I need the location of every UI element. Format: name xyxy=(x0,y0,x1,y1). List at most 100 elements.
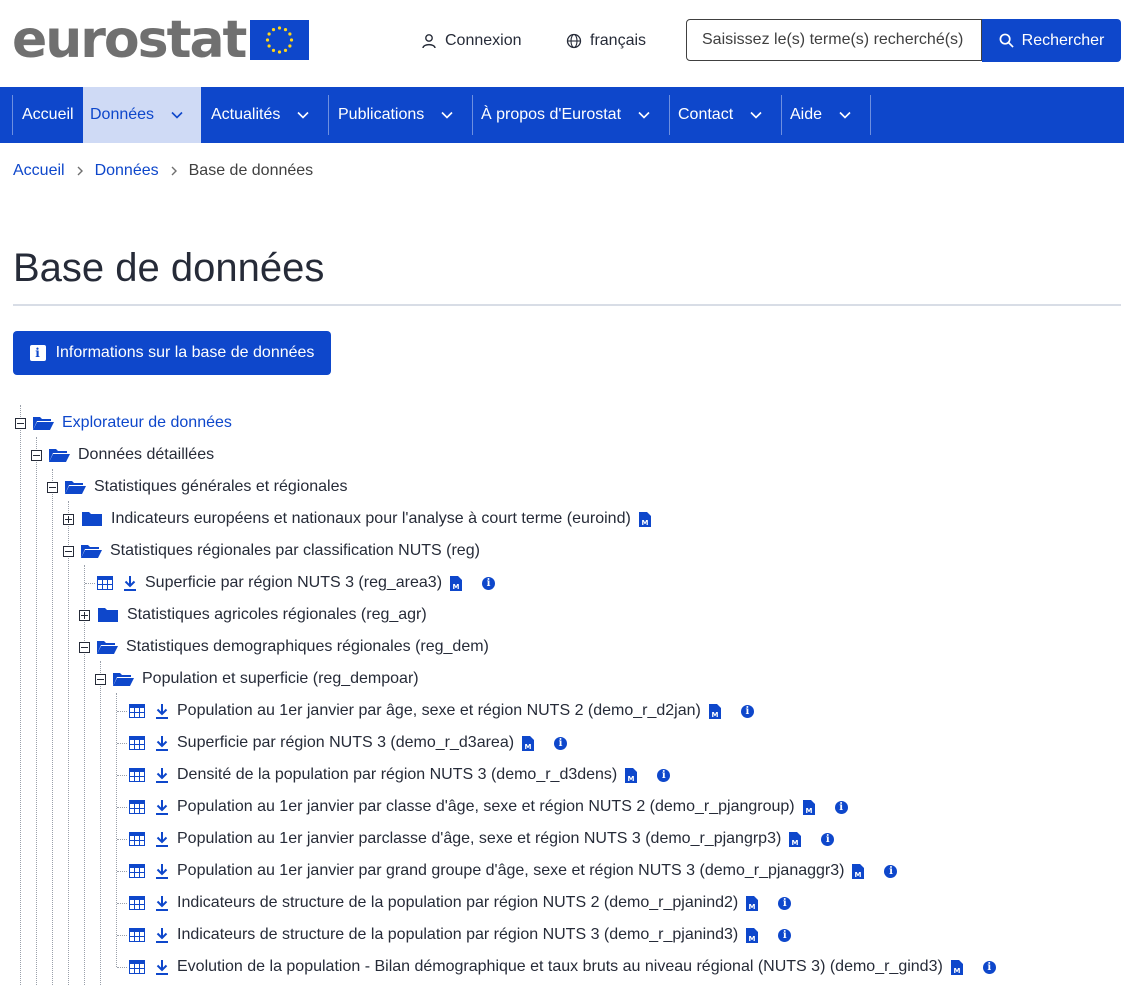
tree-node-detailed[interactable]: Données détaillées xyxy=(48,443,214,467)
nav-item-actualites[interactable]: Actualités xyxy=(202,87,328,143)
eu-flag-star xyxy=(271,48,276,52)
metadata-icon[interactable]: M xyxy=(625,767,638,783)
dataset-row[interactable]: Indicateurs de structure de la populatio… xyxy=(129,891,792,915)
metadata-icon[interactable]: M xyxy=(450,575,463,591)
search-input[interactable]: Saisissez le(s) terme(s) recherché(s) xyxy=(686,19,982,61)
tree-node-reg[interactable]: Statistiques régionales par classificati… xyxy=(80,539,480,563)
nav-item-accueil[interactable]: Accueil xyxy=(13,87,82,143)
download-icon[interactable] xyxy=(155,895,169,911)
dataset-row[interactable]: Population au 1er janvier parclasse d'âg… xyxy=(129,827,835,851)
tree-node-reg-area3[interactable]: Superficie par région NUTS 3 (reg_area3)… xyxy=(97,571,496,595)
nav-item-a-propos[interactable]: À propos d'Eurostat xyxy=(473,87,669,143)
metadata-icon[interactable]: M xyxy=(746,895,759,911)
download-icon[interactable] xyxy=(155,927,169,943)
table-icon[interactable] xyxy=(129,960,145,974)
dataset-row[interactable]: Population au 1er janvier par classe d'â… xyxy=(129,795,848,819)
table-icon[interactable] xyxy=(129,864,145,878)
download-icon[interactable] xyxy=(155,863,169,879)
login-link[interactable]: Connexion xyxy=(421,32,522,50)
download-icon[interactable] xyxy=(155,767,169,783)
expand-toggle[interactable] xyxy=(79,610,90,621)
metadata-icon[interactable]: M xyxy=(708,703,721,719)
download-icon[interactable] xyxy=(155,735,169,751)
breadcrumb-link-donnees[interactable]: Données xyxy=(95,162,159,180)
info-icon[interactable]: i xyxy=(778,928,792,942)
download-icon[interactable] xyxy=(155,703,169,719)
search-button[interactable]: Rechercher xyxy=(982,19,1121,62)
chevron-down-icon xyxy=(297,111,309,119)
table-icon[interactable] xyxy=(97,576,113,590)
tree-node-reg-agr[interactable]: Statistiques agricoles régionales (reg_a… xyxy=(97,603,427,627)
metadata-icon[interactable]: M xyxy=(746,927,759,943)
svg-text:M: M xyxy=(953,967,960,975)
metadata-icon[interactable]: M xyxy=(522,735,535,751)
nav-item-aide[interactable]: Aide xyxy=(782,87,870,143)
info-icon[interactable]: i xyxy=(821,832,835,846)
eu-flag-icon[interactable] xyxy=(250,20,309,60)
info-icon[interactable]: i xyxy=(482,576,496,590)
expand-toggle[interactable] xyxy=(63,514,74,525)
tree-node-general[interactable]: Statistiques générales et régionales xyxy=(64,475,348,499)
table-icon[interactable] xyxy=(129,704,145,718)
collapse-toggle[interactable] xyxy=(47,482,58,493)
database-info-button[interactable]: i Informations sur la base de données xyxy=(13,331,331,375)
svg-text:M: M xyxy=(749,935,756,943)
dataset-row[interactable]: Superficie par région NUTS 3 (demo_r_d3a… xyxy=(129,731,568,755)
table-icon[interactable] xyxy=(129,928,145,942)
table-icon[interactable] xyxy=(129,800,145,814)
dataset-row[interactable]: Densité de la population par région NUTS… xyxy=(129,763,671,787)
language-selector[interactable]: français xyxy=(566,32,646,50)
eu-flag-star xyxy=(277,26,282,30)
table-icon[interactable] xyxy=(129,768,145,782)
svg-text:M: M xyxy=(711,711,718,719)
tree-node-euroind[interactable]: Indicateurs européens et nationaux pour … xyxy=(81,507,651,531)
download-icon[interactable] xyxy=(155,831,169,847)
metadata-icon[interactable]: M xyxy=(789,831,802,847)
metadata-icon[interactable]: M xyxy=(802,799,815,815)
tree-node-reg-dem[interactable]: Statistiques demographiques régionales (… xyxy=(96,635,489,659)
info-icon[interactable]: i xyxy=(884,864,898,878)
info-icon[interactable]: i xyxy=(657,768,671,782)
download-icon[interactable] xyxy=(155,799,169,815)
collapse-toggle[interactable] xyxy=(79,642,90,653)
tree-guide-line xyxy=(68,501,69,985)
dataset-label: Population au 1er janvier parclasse d'âg… xyxy=(177,830,782,847)
collapse-toggle[interactable] xyxy=(63,546,74,557)
dataset-label: Population au 1er janvier par âge, sexe … xyxy=(177,702,701,719)
globe-icon xyxy=(566,33,582,49)
breadcrumb-link-accueil[interactable]: Accueil xyxy=(13,162,65,180)
dataset-row[interactable]: Population au 1er janvier par âge, sexe … xyxy=(129,699,754,723)
collapse-toggle[interactable] xyxy=(95,674,106,685)
tree-guide-line xyxy=(100,661,101,985)
dataset-row[interactable]: Indicateurs de structure de la populatio… xyxy=(129,923,792,947)
info-icon[interactable]: i xyxy=(554,736,568,750)
metadata-icon[interactable]: M xyxy=(852,863,865,879)
tree-node-reg-dempoar[interactable]: Population et superficie (reg_dempoar) xyxy=(112,667,419,691)
eurostat-logo[interactable]: eurostat xyxy=(12,10,247,70)
info-icon[interactable]: i xyxy=(740,704,754,718)
tree-node-explorer[interactable]: Explorateur de données xyxy=(32,411,232,435)
table-icon[interactable] xyxy=(129,896,145,910)
nav-item-contact[interactable]: Contact xyxy=(670,87,781,143)
download-icon[interactable] xyxy=(123,575,137,591)
info-icon[interactable]: i xyxy=(834,800,848,814)
download-icon[interactable] xyxy=(155,959,169,975)
folder-open-icon xyxy=(81,545,102,558)
metadata-icon[interactable]: M xyxy=(638,511,651,527)
eu-flag-star xyxy=(288,32,292,36)
info-icon[interactable]: i xyxy=(982,960,996,974)
dataset-row[interactable]: Population au 1er janvier par grand grou… xyxy=(129,859,898,883)
eu-flag-star xyxy=(265,38,270,42)
nav-item-donnees[interactable]: Données xyxy=(83,87,201,143)
tree-node-label: Superficie par région NUTS 3 (reg_area3) xyxy=(145,574,443,591)
metadata-icon[interactable]: M xyxy=(950,959,963,975)
info-icon[interactable]: i xyxy=(778,896,792,910)
collapse-toggle[interactable] xyxy=(31,450,42,461)
main-navigation: Accueil Données Actualités Publications … xyxy=(0,87,1124,143)
table-icon[interactable] xyxy=(129,832,145,846)
dataset-row[interactable]: Evolution de la population - Bilan démog… xyxy=(129,955,996,979)
svg-text:M: M xyxy=(805,807,812,815)
nav-item-publications[interactable]: Publications xyxy=(329,87,472,143)
table-icon[interactable] xyxy=(129,736,145,750)
collapse-toggle[interactable] xyxy=(15,418,26,429)
